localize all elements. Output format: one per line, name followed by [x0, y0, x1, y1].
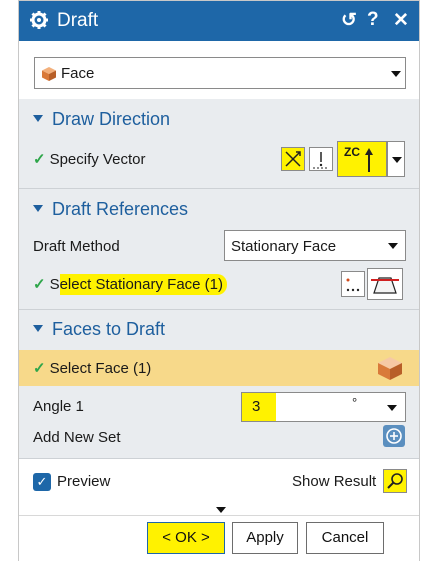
type-dropdown-value: Face: [61, 65, 95, 82]
draft-references-header[interactable]: Draft References: [33, 199, 188, 220]
select-stationary-face-label: elect Stationary Face (1): [59, 274, 227, 295]
show-result-label: Show Result: [292, 473, 377, 490]
stationary-face-icon[interactable]: [367, 268, 403, 300]
draft-references-title: Draft References: [52, 199, 189, 219]
preview-label: Preview: [57, 473, 111, 490]
check-icon: ✓: [33, 276, 46, 293]
collapse-triangle-icon: [33, 204, 43, 212]
help-icon[interactable]: ?: [367, 9, 379, 31]
vector-dialog-icon[interactable]: [281, 147, 305, 171]
magnifier-icon[interactable]: [383, 469, 407, 493]
ok-button[interactable]: < OK >: [147, 522, 225, 554]
chevron-down-icon: [392, 157, 402, 163]
draw-direction-title: Draw Direction: [52, 109, 171, 129]
apply-button[interactable]: Apply: [232, 522, 298, 554]
angle-value: 3: [242, 393, 276, 421]
zc-axis-text: ZC: [344, 145, 360, 159]
face-select-icon[interactable]: [375, 354, 405, 382]
cancel-button[interactable]: Cancel: [306, 522, 384, 554]
specify-vector-row[interactable]: ✓ Specify Vector: [33, 150, 145, 168]
close-icon[interactable]: ✕: [393, 9, 409, 32]
draft-dialog: Draft ↺ ? ✕ Face Draw Direction ✓ Specify…: [18, 0, 420, 561]
chevron-down-icon: [391, 71, 401, 77]
select-face-label: Select Face (1): [49, 360, 152, 377]
angle-input[interactable]: 3 °: [241, 392, 406, 422]
draft-method-select[interactable]: Stationary Face: [224, 230, 406, 261]
preview-checkbox[interactable]: ✓: [33, 473, 51, 491]
vector-options-dropdown[interactable]: [387, 141, 405, 177]
faces-to-draft-title: Faces to Draft: [52, 319, 166, 339]
add-set-icon[interactable]: [383, 425, 405, 447]
dialog-title: Draft: [57, 10, 99, 31]
check-icon: ✓: [33, 151, 46, 168]
angle-label: Angle 1: [33, 398, 84, 415]
reset-icon[interactable]: ↺: [341, 9, 357, 32]
select-stationary-face-label-start: S: [49, 276, 60, 293]
chevron-down-icon: [387, 405, 397, 411]
draft-method-label: Draft Method: [33, 238, 120, 255]
collapse-triangle-icon: [33, 114, 43, 122]
face-cube-icon: [42, 67, 56, 81]
check-icon: ✓: [33, 360, 46, 377]
more-options-icon[interactable]: [216, 507, 226, 513]
title-bar: Draft ↺ ? ✕: [19, 1, 419, 41]
specify-vector-label: Specify Vector: [49, 151, 146, 168]
draw-direction-header[interactable]: Draw Direction: [33, 109, 170, 130]
infer-vector-icon[interactable]: [309, 147, 333, 171]
point-dots-icon[interactable]: [341, 271, 365, 297]
select-stationary-face-row[interactable]: ✓ Select Stationary Face (1): [33, 274, 227, 295]
zc-axis-icon[interactable]: ZC: [337, 141, 387, 177]
footer-divider: [19, 515, 419, 516]
chevron-down-icon: [388, 243, 398, 249]
add-new-set-label: Add New Set: [33, 429, 121, 446]
type-dropdown[interactable]: Face: [34, 57, 406, 89]
collapse-triangle-icon: [33, 324, 43, 332]
gear-icon[interactable]: [29, 10, 49, 30]
select-face-row[interactable]: ✓ Select Face (1): [19, 350, 419, 386]
faces-to-draft-header[interactable]: Faces to Draft: [33, 319, 165, 340]
angle-unit: °: [352, 395, 358, 410]
draft-method-value: Stationary Face: [231, 238, 337, 255]
